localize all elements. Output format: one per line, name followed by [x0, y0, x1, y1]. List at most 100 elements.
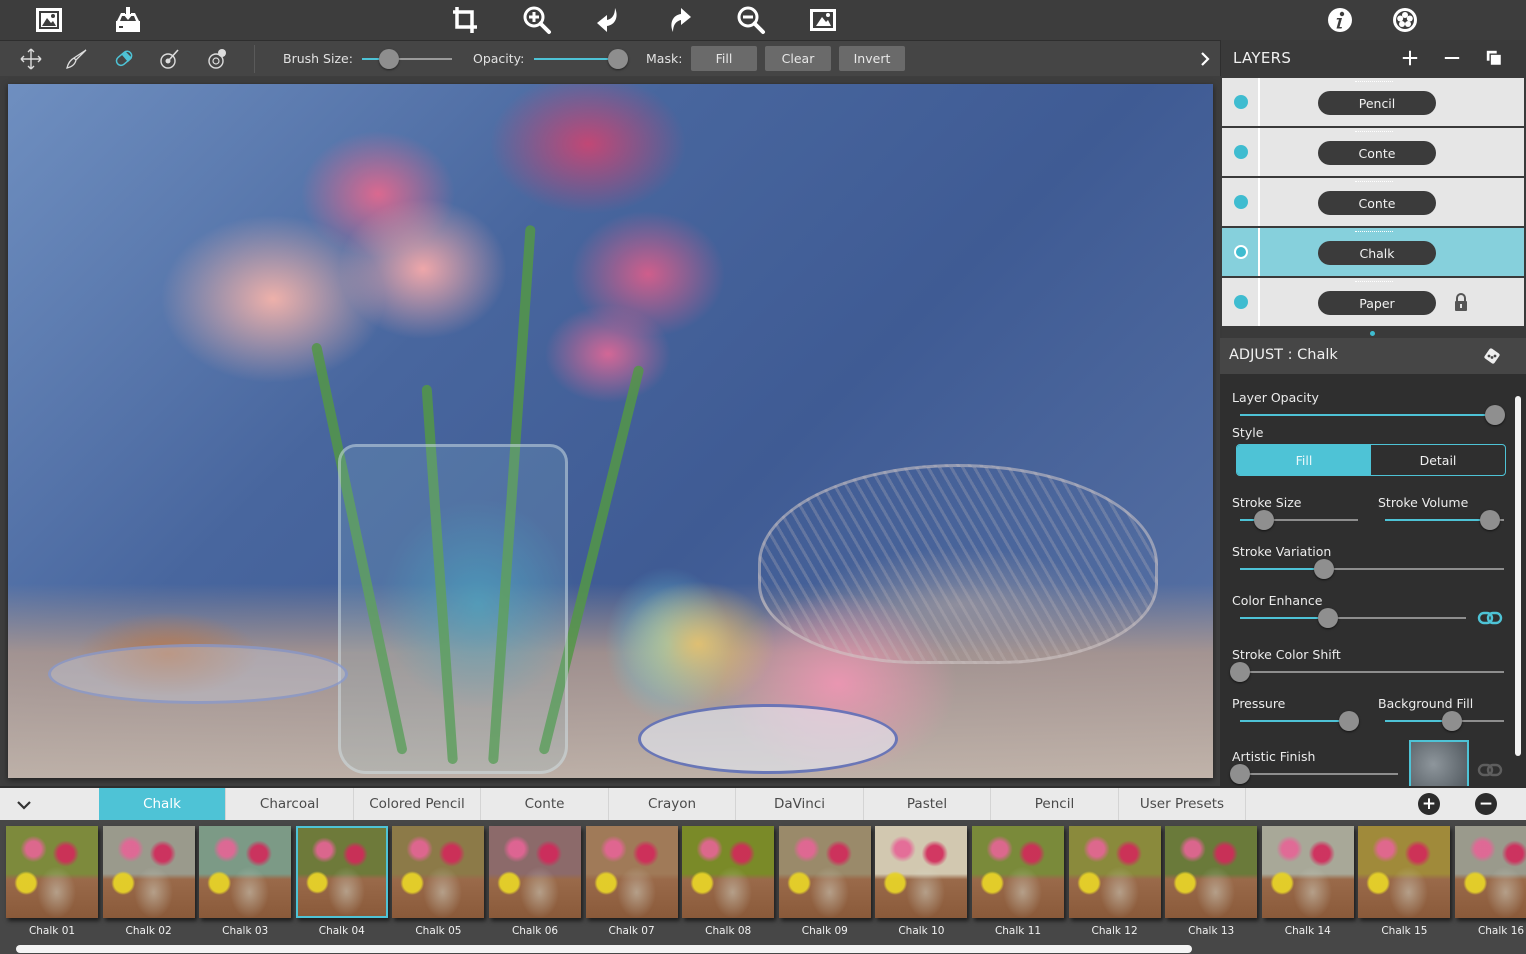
add-layer-plus-icon[interactable]	[1398, 46, 1422, 70]
lock-icon[interactable]	[1454, 293, 1468, 311]
opacity-slider[interactable]	[534, 49, 628, 69]
preset-thumbnail[interactable]: Chalk 11	[972, 826, 1064, 950]
slider-thumb[interactable]	[1314, 559, 1335, 579]
opacity-thumb[interactable]	[608, 49, 628, 69]
preset-thumbnail[interactable]: Chalk 05	[392, 826, 485, 950]
zoom-out-icon[interactable]	[735, 4, 767, 36]
info-icon[interactable]	[1324, 4, 1356, 36]
mask-invert-button[interactable]: Invert	[839, 46, 905, 71]
stroke-volume-slider[interactable]	[1385, 510, 1504, 530]
tab-colored-pencil[interactable]: Colored Pencil	[354, 788, 481, 820]
preset-thumbnail[interactable]: Chalk 09	[778, 826, 871, 950]
background-fill-slider[interactable]	[1385, 711, 1504, 731]
stroke-variation-slider[interactable]	[1240, 559, 1504, 579]
slider-thumb[interactable]	[1230, 764, 1250, 784]
image-canvas[interactable]	[8, 84, 1213, 778]
layer-opacity-slider[interactable]	[1240, 405, 1505, 425]
layer-drag-handle[interactable]	[1355, 281, 1393, 283]
preset-thumbnail[interactable]: Chalk 06	[489, 826, 581, 950]
tab-conte[interactable]: Conte	[482, 788, 609, 820]
layer-row[interactable]: Pencil	[1222, 78, 1524, 126]
preset-preview-image	[392, 826, 485, 918]
tab-davinci[interactable]: DaVinci	[737, 788, 864, 820]
layer-name: Conte	[1318, 141, 1436, 165]
slider-thumb[interactable]	[1338, 711, 1359, 731]
slider-thumb[interactable]	[1441, 711, 1462, 731]
tab-pastel[interactable]: Pastel	[864, 788, 991, 820]
layer-drag-handle[interactable]	[1355, 81, 1393, 83]
preset-thumbnail[interactable]: Chalk 15	[1358, 826, 1451, 950]
layer-visibility-toggle-icon[interactable]	[1234, 295, 1248, 309]
expand-panel-chevron-icon[interactable]	[1196, 49, 1214, 69]
color-enhance-link-icon[interactable]	[1477, 610, 1503, 626]
mask-clear-button[interactable]: Clear	[765, 46, 831, 71]
settings-icon[interactable]	[1389, 4, 1421, 36]
duplicate-layer-icon[interactable]	[1482, 46, 1506, 70]
layer-drag-handle[interactable]	[1355, 131, 1393, 133]
preset-thumbnail[interactable]: Chalk 07	[585, 826, 678, 950]
tab-user-presets[interactable]: User Presets	[1119, 788, 1246, 820]
preset-thumbnail[interactable]: Chalk 16	[1455, 826, 1526, 950]
move-tool-icon[interactable]	[17, 45, 45, 73]
preset-thumbnail[interactable]: Chalk 13	[1165, 826, 1258, 950]
slider-thumb[interactable]	[1485, 405, 1505, 425]
layer-row[interactable]: Conte	[1222, 178, 1524, 226]
style-detail-option[interactable]: Detail	[1371, 445, 1505, 475]
preset-thumbnail[interactable]: Chalk 03	[199, 826, 292, 950]
layer-visibility-toggle-icon[interactable]	[1234, 145, 1248, 159]
style-fill-option[interactable]: Fill	[1237, 445, 1371, 475]
add-preset-plus-icon[interactable]: +	[1418, 793, 1440, 815]
pressure-slider[interactable]	[1240, 711, 1359, 731]
open-image-icon[interactable]	[33, 4, 65, 36]
layer-visibility-toggle-icon[interactable]	[1234, 245, 1248, 259]
collapse-presets-chevron-down-icon[interactable]	[10, 794, 38, 816]
slider-thumb[interactable]	[1318, 608, 1339, 628]
tab-crayon[interactable]: Crayon	[609, 788, 736, 820]
preset-thumbnail[interactable]: Chalk 12	[1068, 826, 1161, 950]
tab-chalk[interactable]: Chalk	[99, 788, 226, 820]
remove-preset-minus-icon[interactable]: −	[1475, 793, 1497, 815]
crop-icon[interactable]	[449, 4, 481, 36]
redo-icon[interactable]	[664, 4, 696, 36]
zoom-in-icon[interactable]	[521, 4, 553, 36]
preset-thumbnail[interactable]: Chalk 02	[102, 826, 195, 950]
layer-visibility-toggle-icon[interactable]	[1234, 95, 1248, 109]
brush-tool-icon[interactable]	[63, 45, 91, 73]
stroke-size-slider[interactable]	[1240, 510, 1358, 530]
color-enhance-slider[interactable]	[1240, 608, 1466, 628]
preset-thumbnail[interactable]: Chalk 04	[295, 826, 388, 950]
slider-thumb[interactable]	[1479, 510, 1500, 530]
randomize-dice-icon[interactable]	[1482, 346, 1502, 366]
eraser-tool-icon[interactable]	[110, 45, 138, 73]
save-export-icon[interactable]	[112, 4, 144, 36]
adjust-panel-scrollbar[interactable]	[1515, 396, 1521, 756]
blend-tool-icon[interactable]	[203, 45, 231, 73]
brush-size-thumb[interactable]	[379, 49, 399, 69]
tab-pencil[interactable]: Pencil	[992, 788, 1119, 820]
preset-thumbnail[interactable]: Chalk 01	[6, 826, 98, 950]
layer-drag-handle[interactable]	[1355, 181, 1393, 183]
layer-visibility-toggle-icon[interactable]	[1234, 195, 1248, 209]
pressure-label: Pressure	[1232, 696, 1286, 711]
layer-row[interactable]: Paper	[1222, 278, 1524, 326]
preset-thumbnail[interactable]: Chalk 10	[875, 826, 968, 950]
slider-thumb[interactable]	[1230, 662, 1250, 682]
artistic-finish-link-icon[interactable]	[1477, 762, 1503, 778]
preset-strip-scrollbar[interactable]	[16, 945, 1192, 953]
slider-thumb[interactable]	[1253, 510, 1274, 530]
artistic-finish-slider[interactable]	[1230, 764, 1398, 784]
undo-icon[interactable]	[592, 4, 624, 36]
preset-thumbnail[interactable]: Chalk 14	[1261, 826, 1354, 950]
smudge-tool-icon[interactable]	[156, 45, 184, 73]
remove-layer-minus-icon[interactable]	[1440, 46, 1464, 70]
layer-drag-handle[interactable]	[1355, 231, 1393, 233]
mask-fill-button[interactable]: Fill	[691, 46, 757, 71]
artistic-finish-texture-swatch[interactable]	[1409, 740, 1469, 786]
tab-charcoal[interactable]: Charcoal	[227, 788, 354, 820]
fit-image-icon[interactable]	[807, 4, 839, 36]
preset-thumbnail[interactable]: Chalk 08	[682, 826, 775, 950]
layer-row[interactable]: Chalk	[1222, 228, 1524, 276]
brush-size-slider[interactable]	[362, 49, 452, 69]
stroke-color-shift-slider[interactable]	[1230, 662, 1504, 682]
layer-row[interactable]: Conte	[1222, 128, 1524, 176]
